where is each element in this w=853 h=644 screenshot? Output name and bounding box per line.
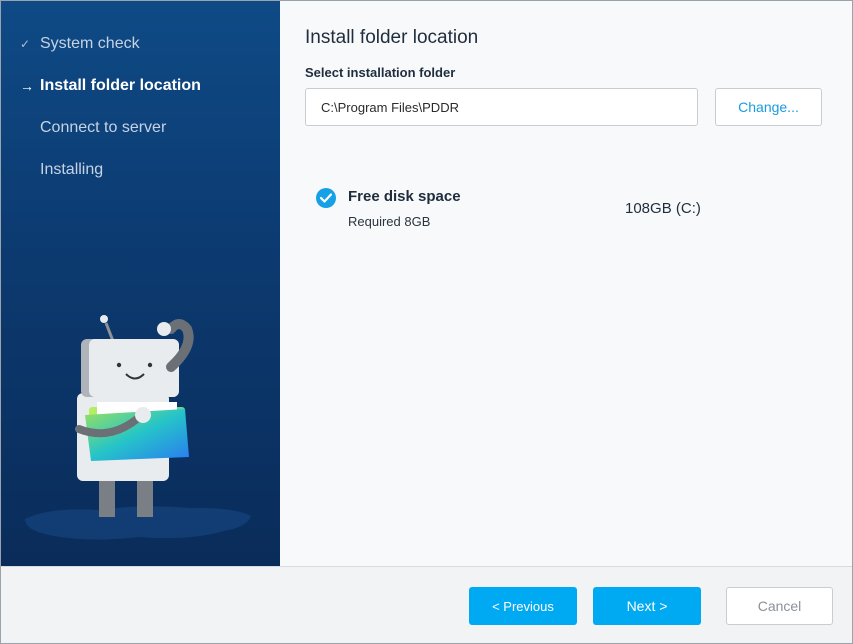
- page-title: Install folder location: [305, 27, 479, 48]
- step-list: ✓ System check → Install folder location…: [1, 23, 280, 191]
- change-folder-button[interactable]: Change...: [715, 88, 822, 126]
- check-circle-icon: [316, 188, 336, 208]
- main-panel: Install folder location Select installat…: [280, 1, 852, 566]
- step-system-check: ✓ System check: [1, 23, 280, 65]
- disk-space-value: 108GB (C:): [625, 200, 701, 217]
- step-label: Install folder location: [40, 77, 201, 94]
- step-install-folder-location: → Install folder location: [1, 65, 280, 107]
- disk-space-required: Required 8GB: [348, 214, 431, 229]
- previous-button[interactable]: < Previous: [469, 587, 577, 625]
- install-folder-input[interactable]: [305, 88, 698, 126]
- step-label: System check: [40, 35, 140, 52]
- step-connect-to-server: Connect to server: [1, 107, 280, 149]
- folder-label: Select installation folder: [305, 65, 456, 80]
- arrow-right-icon: →: [20, 78, 34, 94]
- sidebar: ✓ System check → Install folder location…: [1, 1, 280, 566]
- robot-holding-folder-illustration: [25, 315, 251, 540]
- next-button[interactable]: Next >: [593, 587, 701, 625]
- step-installing: Installing: [1, 149, 280, 191]
- check-icon: ✓: [20, 37, 31, 51]
- step-label: Connect to server: [40, 119, 167, 136]
- disk-space-title: Free disk space: [348, 188, 461, 205]
- footer-bar: < Previous Next > Cancel: [1, 566, 852, 643]
- installer-window: ✓ System check → Install folder location…: [0, 0, 853, 644]
- cancel-button[interactable]: Cancel: [726, 587, 833, 625]
- step-label: Installing: [40, 161, 104, 178]
